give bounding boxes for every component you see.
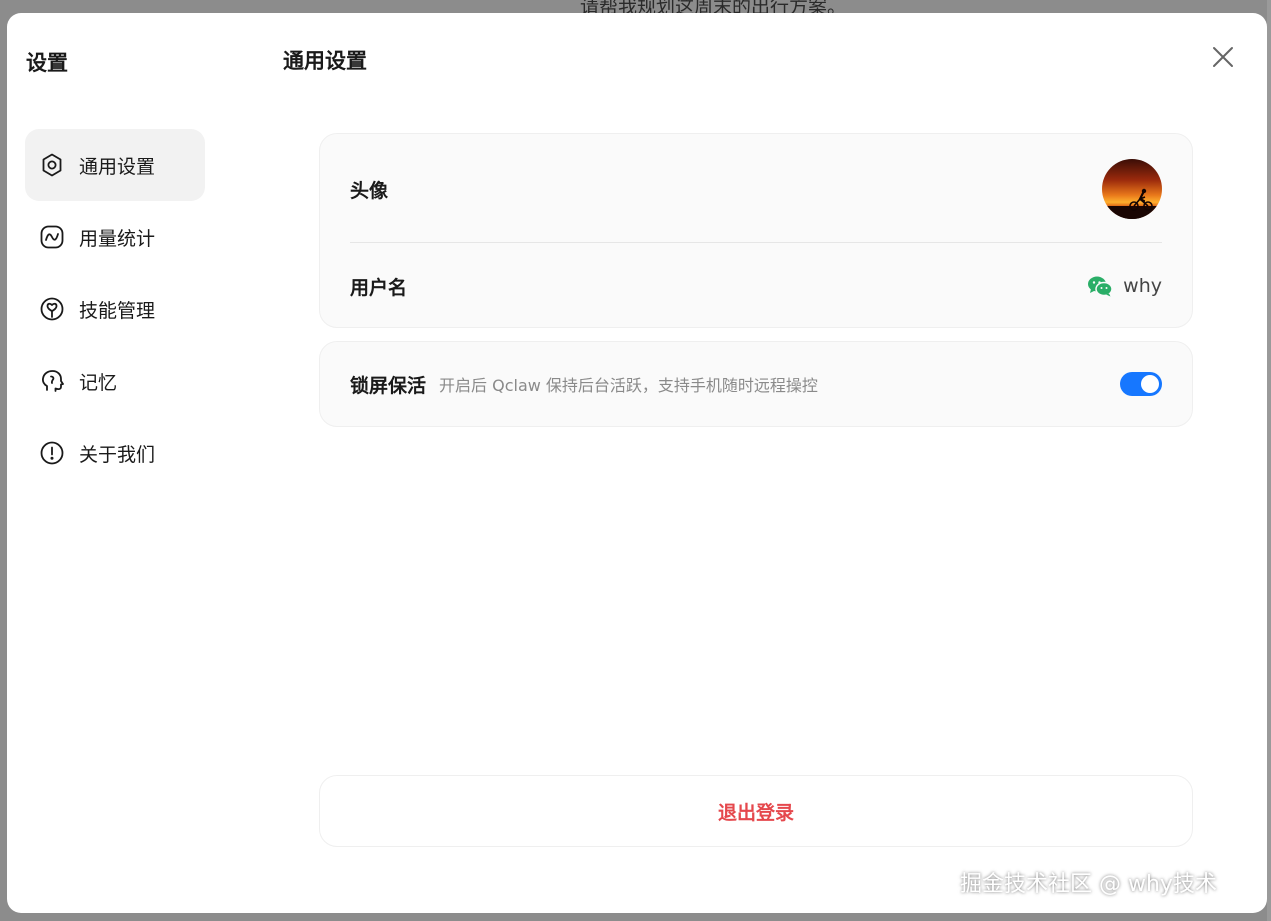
info-icon — [39, 440, 65, 466]
sidebar-item-label: 用量统计 — [79, 227, 156, 250]
skill-icon — [39, 296, 65, 322]
sidebar-nav: 通用设置 用量统计 技能管理 记忆 关于我们 — [25, 129, 205, 489]
brain-icon — [39, 368, 65, 394]
sidebar-item-label: 技能管理 — [79, 299, 156, 322]
sidebar-item-general[interactable]: 通用设置 — [25, 129, 205, 201]
lock-screen-toggle[interactable] — [1120, 372, 1162, 396]
lock-screen-row: 锁屏保活 开启后 Qclaw 保持后台活跃，支持手机随时远程操控 — [350, 342, 1162, 426]
sidebar-item-about[interactable]: 关于我们 — [25, 417, 205, 489]
lock-screen-card: 锁屏保活 开启后 Qclaw 保持后台活跃，支持手机随时远程操控 — [319, 341, 1193, 427]
username-value: why — [1087, 275, 1162, 297]
toggle-knob — [1141, 375, 1159, 393]
username-text: why — [1123, 275, 1162, 297]
sidebar-item-label: 记忆 — [79, 371, 118, 394]
divider — [350, 242, 1162, 243]
logout-button[interactable]: 退出登录 — [319, 775, 1193, 847]
gear-icon — [39, 152, 65, 178]
page-title: 通用设置 — [283, 49, 367, 73]
sidebar-item-label: 通用设置 — [79, 155, 156, 178]
sidebar-item-usage[interactable]: 用量统计 — [25, 201, 205, 273]
username-label: 用户名 — [350, 276, 408, 299]
logout-label: 退出登录 — [717, 801, 794, 824]
sidebar-title: 设置 — [26, 51, 68, 75]
close-button[interactable] — [1210, 44, 1236, 70]
close-icon — [1213, 47, 1233, 67]
settings-modal: 设置 通用设置 用量统计 技能管理 记忆 关于我们 通用设置 头像 用户名 wh… — [7, 13, 1267, 913]
sidebar-item-memory[interactable]: 记忆 — [25, 345, 205, 417]
backdrop-edge — [1267, 0, 1271, 921]
watermark-text: 掘金技术社区 @ why技术 — [960, 872, 1217, 897]
lock-screen-description: 开启后 Qclaw 保持后台活跃，支持手机随时远程操控 — [439, 376, 818, 395]
username-row: 用户名 why — [350, 266, 1162, 306]
avatar-row: 头像 — [350, 158, 1162, 220]
sidebar-item-skills[interactable]: 技能管理 — [25, 273, 205, 345]
sidebar-item-label: 关于我们 — [79, 443, 156, 466]
chart-line-icon — [39, 224, 65, 250]
avatar[interactable] — [1102, 159, 1162, 219]
profile-card: 头像 用户名 why — [319, 133, 1193, 328]
avatar-label: 头像 — [350, 179, 389, 202]
lock-screen-label: 锁屏保活 — [350, 374, 427, 397]
wechat-icon — [1088, 276, 1113, 297]
